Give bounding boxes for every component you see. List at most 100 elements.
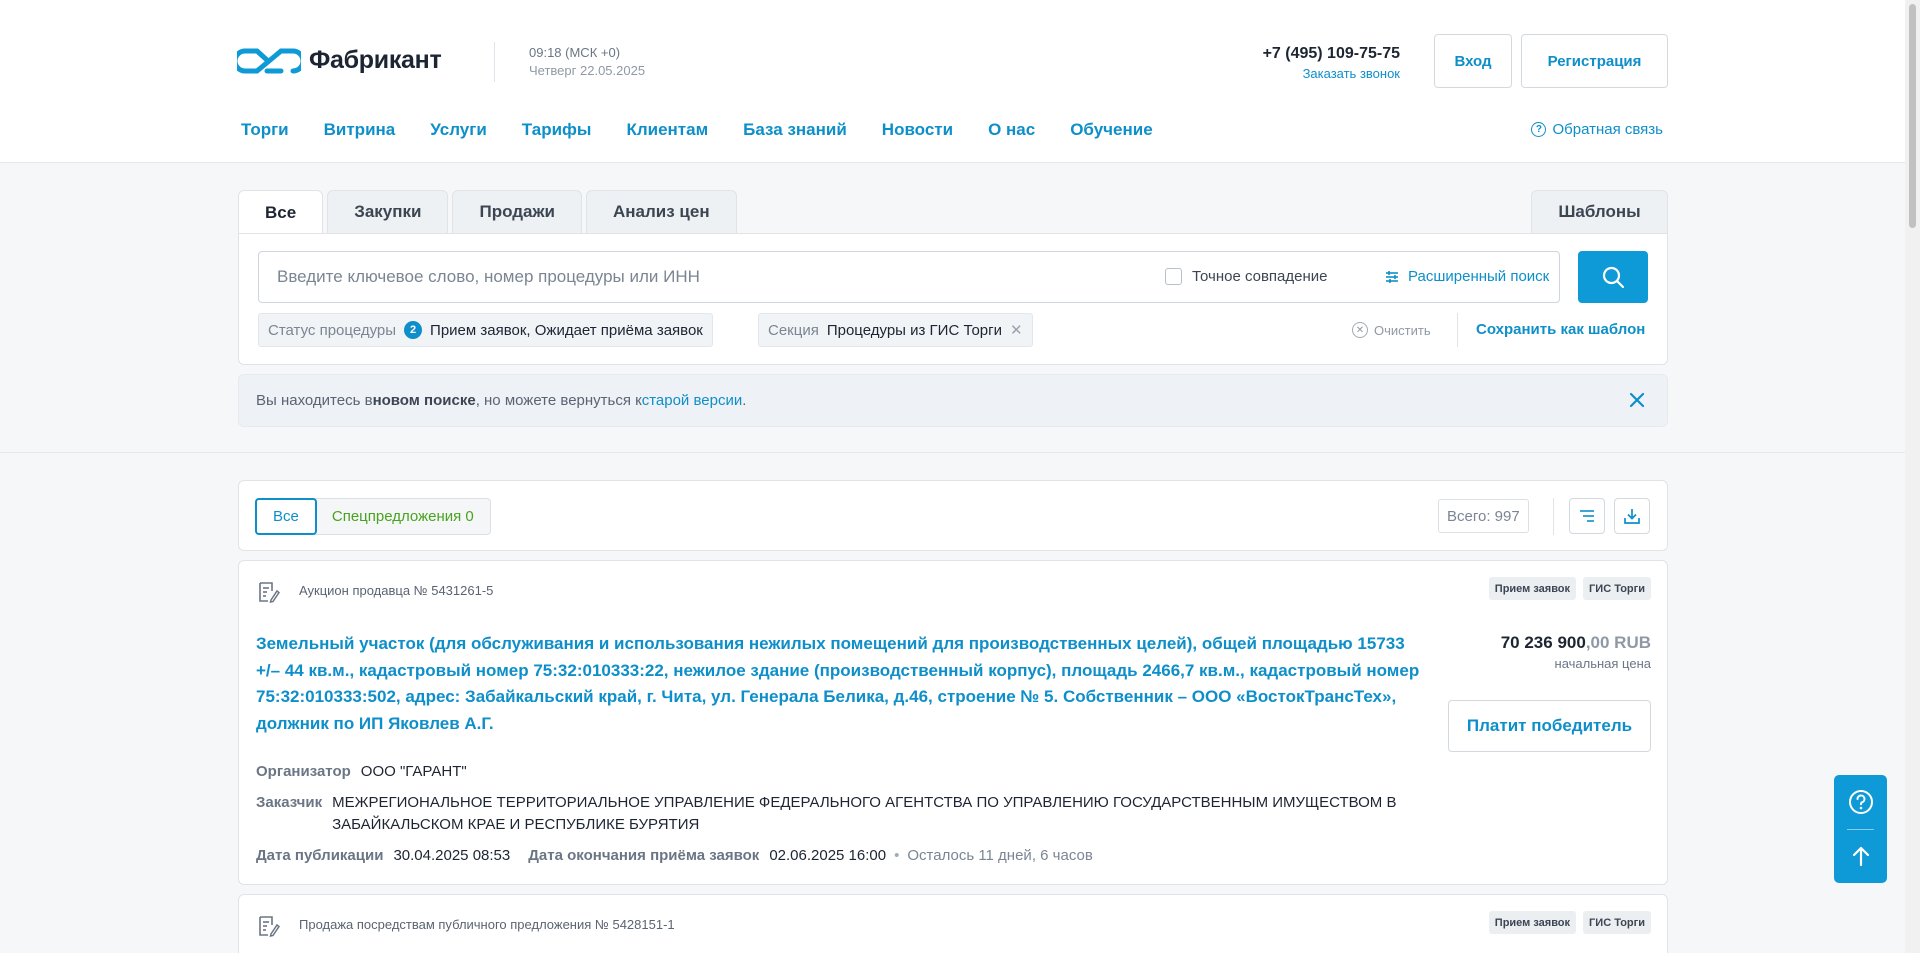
lot-procedure-type: Продажа посредствам публичного предложен… (299, 917, 675, 932)
price-amount: 70 236 900,00 RUB (1501, 633, 1651, 653)
organizer-label: Организатор (256, 763, 351, 780)
filter-chip-status[interactable]: Статус процедуры 2 Прием заявок, Ожидает… (258, 313, 713, 347)
filter-chip-label: Статус процедуры (268, 321, 397, 339)
end-date-label: Дата окончания приёма заявок (528, 847, 760, 864)
search-panel: Точное совпадение Расширенный поиск Стат… (238, 233, 1668, 365)
time-remaining: Осталось 11 дней, 6 часов (907, 847, 1093, 864)
contact-block: +7 (495) 109-75-75 Заказать звонок (1200, 44, 1400, 84)
filter-count-badge: 2 (404, 321, 423, 339)
lot-title-link[interactable]: Земельный участок (для обслуживания и ис… (256, 631, 1421, 737)
old-version-link[interactable]: старой версии (642, 392, 743, 409)
notice-text: . (742, 392, 747, 409)
question-circle-icon: ? (1531, 122, 1547, 137)
document-pen-icon (259, 916, 280, 937)
search-input[interactable] (259, 252, 1139, 302)
help-button[interactable] (1834, 775, 1887, 829)
advanced-search-label: Расширенный поиск (1408, 268, 1550, 285)
header-divider (494, 42, 495, 82)
search-tabs: Все Закупки Продажи Анализ цен (238, 190, 737, 234)
download-button[interactable] (1614, 498, 1650, 534)
download-icon (1624, 509, 1640, 524)
divider (1553, 498, 1554, 535)
advanced-search-link[interactable]: Расширенный поиск (1384, 268, 1549, 285)
sort-lines-icon (1580, 510, 1594, 522)
nav-item-tariffs[interactable]: Тарифы (522, 120, 592, 140)
sort-button[interactable] (1569, 498, 1605, 534)
section-divider (0, 452, 1905, 453)
results-total: Всего: 997 (1438, 499, 1529, 533)
sliders-icon (1386, 270, 1398, 283)
lot-procedure-type: Аукцион продавца № 5431261-5 (299, 583, 494, 598)
nav-item-services[interactable]: Услуги (430, 120, 487, 140)
scrollbar-thumb[interactable] (1909, 4, 1916, 228)
organizer-value[interactable]: ООО "ГАРАНТ" (361, 763, 467, 780)
lot-card: Продажа посредствам публичного предложен… (238, 894, 1668, 953)
login-button[interactable]: Вход (1434, 34, 1512, 88)
document-pen-icon (259, 582, 280, 603)
filter-chip-section[interactable]: Секция Процедуры из ГИС Торги ✕ (758, 313, 1033, 347)
nav-item-showcase[interactable]: Витрина (324, 120, 396, 140)
lot-badges: Прием заявок ГИС Торги (1488, 577, 1651, 600)
close-icon[interactable] (1627, 390, 1647, 410)
server-clock: 09:18 (МСК +0) Четверг 22.05.2025 (529, 44, 645, 80)
nav-item-trades[interactable]: Торги (241, 120, 289, 140)
nav-item-news[interactable]: Новости (882, 120, 953, 140)
tab-price-analysis[interactable]: Анализ цен (586, 190, 737, 233)
search-icon (1602, 266, 1625, 289)
dot-separator: • (894, 847, 900, 864)
scroll-top-button[interactable] (1834, 829, 1887, 883)
tab-templates[interactable]: Шаблоны (1531, 190, 1668, 233)
segment-special-offers[interactable]: Спецпредложения 0 (316, 499, 490, 534)
notice-bold: новом поиске (372, 392, 476, 409)
callback-link[interactable]: Заказать звонок (1303, 66, 1400, 81)
source-badge: ГИС Торги (1583, 911, 1651, 934)
price-decimal: ,00 RUB (1585, 633, 1651, 652)
register-button[interactable]: Регистрация (1521, 34, 1668, 88)
clear-filters-label: Очистить (1374, 322, 1431, 338)
tab-purchases[interactable]: Закупки (327, 190, 449, 233)
page-scrollbar[interactable] (1905, 0, 1920, 953)
arrow-up-icon (1852, 846, 1869, 867)
source-badge: ГИС Торги (1583, 577, 1651, 600)
infinity-logo-icon (237, 48, 301, 73)
tab-sales[interactable]: Продажи (452, 190, 582, 233)
lot-organizer: Организатор ООО "ГАРАНТ" (256, 761, 467, 783)
notice-text: , но можете вернуться к (475, 392, 642, 409)
nav-item-clients[interactable]: Клиентам (626, 120, 708, 140)
feedback-label: Обратная связь (1552, 121, 1663, 138)
filter-chip-value: Прием заявок, Ожидает приёма заявок (430, 321, 703, 339)
tab-all[interactable]: Все (238, 190, 324, 234)
lot-price: 70 236 900,00 RUB начальная цена (1501, 633, 1651, 671)
lot-dates: Дата публикации 30.04.2025 08:53 Дата ок… (256, 845, 1093, 867)
floating-helper (1834, 775, 1887, 883)
save-template-link[interactable]: Сохранить как шаблон (1476, 321, 1645, 338)
segment-all[interactable]: Все (255, 498, 317, 535)
publication-date: 30.04.2025 08:53 (393, 847, 511, 864)
nav-item-training[interactable]: Обучение (1070, 120, 1152, 140)
search-button[interactable] (1578, 251, 1648, 303)
close-circle-icon: ✕ (1352, 322, 1368, 338)
phone-number[interactable]: +7 (495) 109-75-75 (1200, 44, 1400, 64)
remove-filter-icon[interactable]: ✕ (1010, 321, 1023, 339)
filter-chip-label: Секция (768, 321, 819, 339)
price-label: начальная цена (1554, 656, 1651, 671)
customer-label: Заказчик (256, 794, 323, 811)
notice-text: Вы находитесь в (256, 392, 373, 409)
exact-match-checkbox[interactable] (1165, 268, 1182, 285)
site-logo[interactable]: Фабрикант (237, 46, 442, 75)
publication-date-label: Дата публикации (256, 847, 384, 864)
lot-badges: Прием заявок ГИС Торги (1488, 911, 1651, 934)
nav-item-about[interactable]: О нас (988, 120, 1035, 140)
clear-filters-button[interactable]: ✕ Очистить (1352, 322, 1431, 338)
nav-item-knowledge[interactable]: База знаний (743, 120, 847, 140)
site-header: Фабрикант 09:18 (МСК +0) Четверг 22.05.2… (0, 0, 1905, 163)
customer-value[interactable]: МЕЖРЕГИОНАЛЬНОЕ ТЕРРИТОРИАЛЬНОЕ УПРАВЛЕН… (332, 792, 1421, 836)
feedback-link[interactable]: ? Обратная связь (1531, 121, 1663, 138)
status-badge: Прием заявок (1488, 911, 1577, 934)
exact-match-toggle[interactable]: Точное совпадение (1165, 268, 1328, 285)
winner-pays-button[interactable]: Платит победитель (1448, 700, 1651, 752)
lot-customer: Заказчик МЕЖРЕГИОНАЛЬНОЕ ТЕРРИТОРИАЛЬНОЕ … (256, 792, 1421, 836)
end-date: 02.06.2025 16:00 (769, 847, 887, 864)
version-notice: Вы находитесь в новом поиске, но можете … (238, 374, 1668, 427)
lot-card: Аукцион продавца № 5431261-5 Прием заяво… (238, 560, 1668, 885)
